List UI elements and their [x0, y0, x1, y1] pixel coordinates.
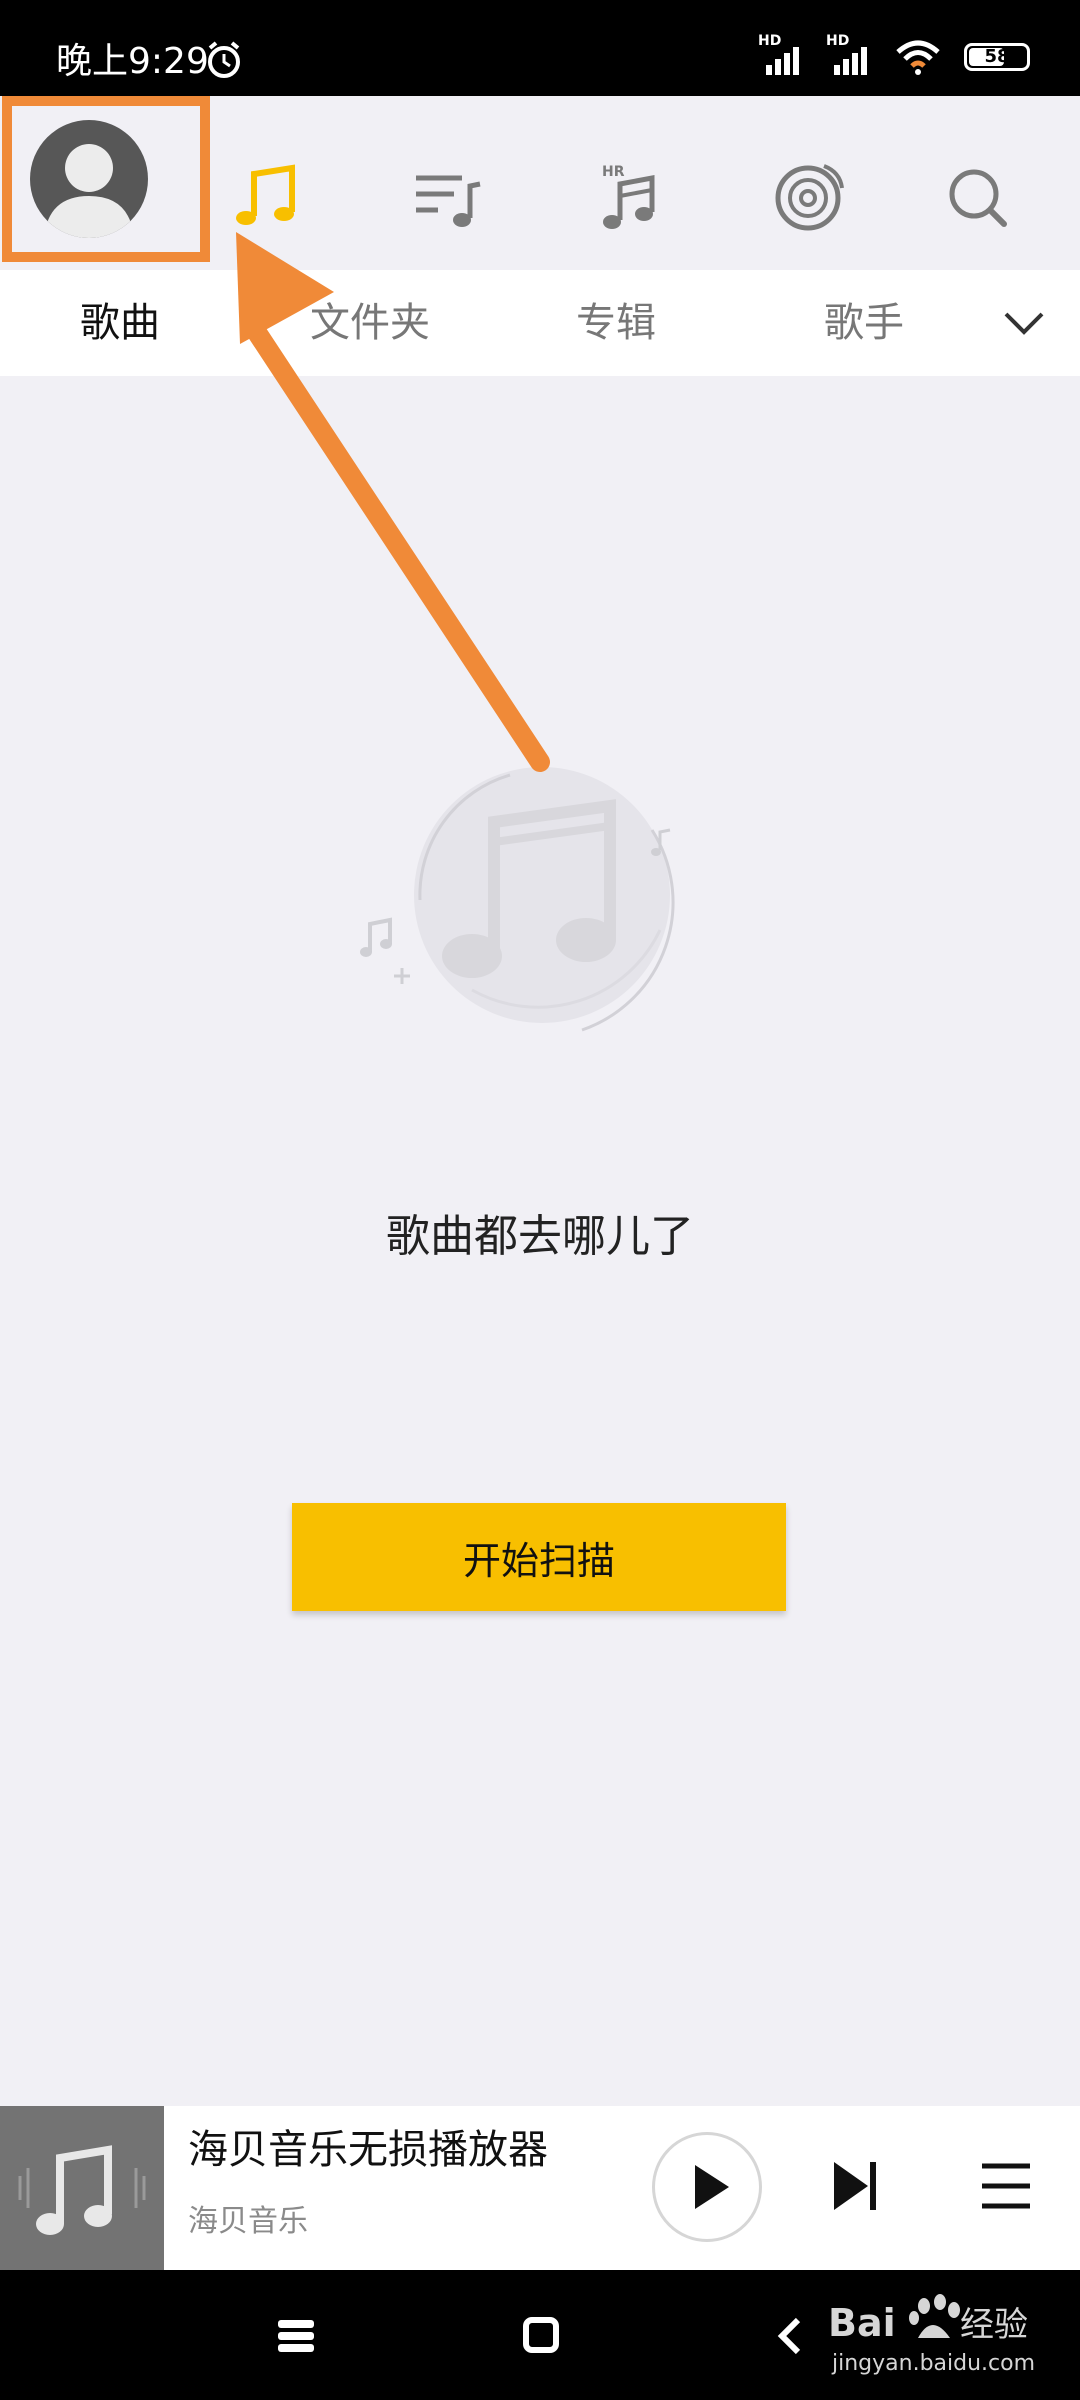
- play-icon: [695, 2165, 729, 2209]
- play-button[interactable]: [652, 2132, 762, 2242]
- tab-bar: [0, 270, 1080, 376]
- watermark-url: jingyan.baidu.com: [831, 2351, 1035, 2376]
- queue-menu-icon[interactable]: [978, 2158, 1034, 2214]
- wifi-icon: [896, 40, 940, 75]
- empty-music-illustration: [360, 767, 675, 1032]
- vinyl-icon[interactable]: [770, 160, 846, 236]
- baidu-jingyan-watermark: Bai 经验 jingyan.baidu.com: [828, 2294, 1035, 2376]
- back-icon[interactable]: [776, 2316, 802, 2356]
- search-icon[interactable]: [940, 160, 1016, 236]
- music-note-icon: [18, 2145, 146, 2235]
- tab-songs[interactable]: 歌曲: [80, 270, 160, 376]
- recent-apps-icon[interactable]: [276, 2318, 316, 2354]
- signal-icon: HD: [826, 33, 872, 75]
- next-track-icon[interactable]: [830, 2156, 882, 2216]
- home-icon[interactable]: [522, 2316, 560, 2354]
- signal-icon: HD: [758, 33, 804, 75]
- tab-albums[interactable]: 专辑: [576, 270, 656, 376]
- start-scan-button[interactable]: 开始扫描: [292, 1503, 786, 1611]
- music-note-icon[interactable]: [230, 160, 306, 236]
- watermark-brand: Bai: [828, 2301, 896, 2345]
- paw-icon: [909, 2294, 960, 2338]
- playlist-icon[interactable]: [410, 160, 486, 236]
- album-cover[interactable]: [0, 2106, 164, 2270]
- highlight-box: [2, 96, 210, 262]
- status-time: 晚上9:29: [56, 41, 209, 82]
- chevron-down-icon[interactable]: [1002, 306, 1046, 338]
- hires-music-icon[interactable]: HR: [590, 160, 666, 236]
- now-playing-title[interactable]: 海贝音乐无损播放器: [188, 2122, 548, 2178]
- alarm-icon: [208, 41, 240, 78]
- tab-artists[interactable]: 歌手: [824, 270, 904, 376]
- now-playing-artist[interactable]: 海贝音乐: [188, 2202, 308, 2242]
- tab-folders[interactable]: 文件夹: [310, 270, 430, 376]
- status-indicators: HD HD 58: [758, 33, 1030, 76]
- battery-level: 58: [984, 46, 1010, 67]
- empty-message: 歌曲都去哪儿了: [386, 1211, 694, 1262]
- status-bar: 晚上9:29 HD HD 58: [0, 0, 1080, 96]
- watermark-brand-cn: 经验: [960, 2305, 1028, 2345]
- battery-icon: 58: [964, 43, 1030, 71]
- hr-label: HR: [602, 164, 625, 180]
